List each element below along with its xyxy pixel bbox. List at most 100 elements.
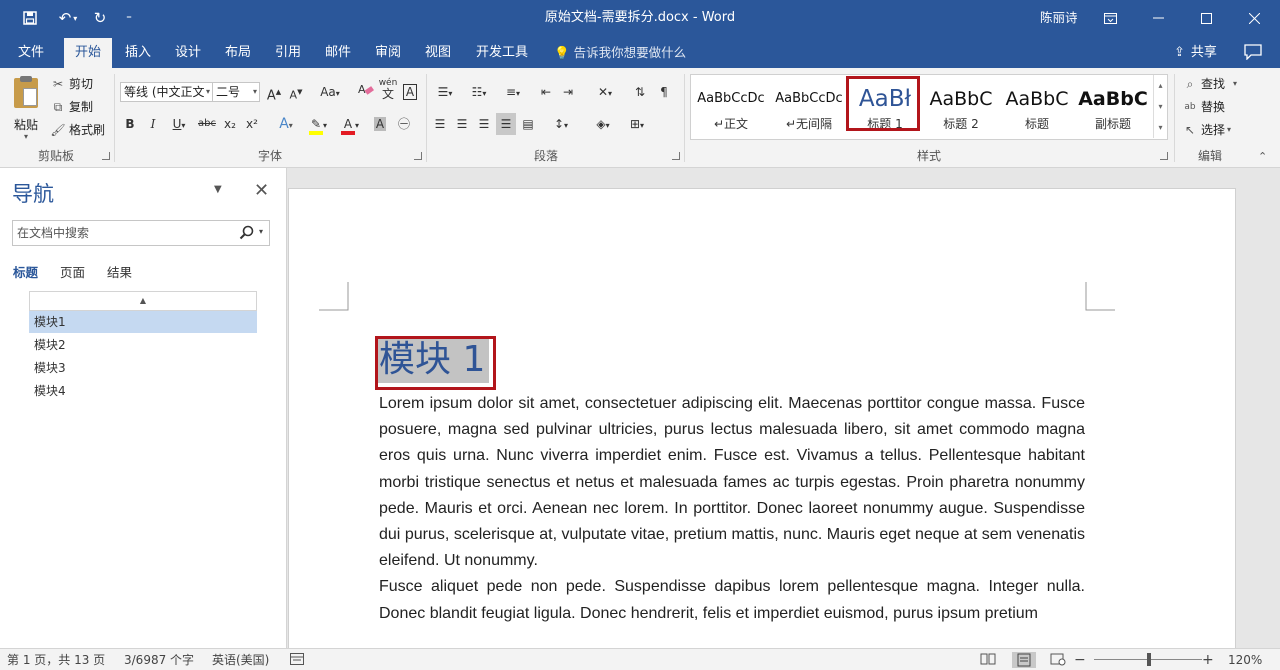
tab-review[interactable]: 审阅: [366, 38, 410, 68]
paste-button[interactable]: 粘贴 ▾: [10, 74, 42, 144]
tab-mailings[interactable]: 邮件: [316, 38, 360, 68]
style-normal[interactable]: AaBbCcDc ↵正文: [693, 79, 769, 135]
style-title[interactable]: AaBbC 标题: [999, 79, 1075, 135]
chevron-down-icon[interactable]: ▾: [259, 227, 263, 236]
bullets-icon[interactable]: ☰▾: [430, 81, 460, 103]
tab-insert[interactable]: 插入: [116, 38, 160, 68]
read-mode-icon[interactable]: [980, 652, 998, 668]
select-button[interactable]: ↖ 选择 ▾: [1182, 120, 1231, 140]
styles-launcher-icon[interactable]: [1160, 152, 1168, 160]
document-page[interactable]: 模块 1 Lorem ipsum dolor sit amet, consect…: [288, 188, 1236, 648]
font-color-button[interactable]: A ▾: [336, 113, 364, 135]
nav-tab-pages[interactable]: 页面: [60, 262, 85, 281]
style-heading-2[interactable]: AaBbC 标题 2: [923, 79, 999, 135]
align-center-icon[interactable]: ☰: [452, 113, 472, 135]
font-size-combo[interactable]: 二号 ▾: [212, 82, 260, 102]
zoom-out-icon[interactable]: −: [1074, 649, 1086, 670]
character-shading-button[interactable]: A: [370, 113, 390, 135]
word-count[interactable]: 3/6987 个字: [124, 649, 194, 670]
nav-tab-results[interactable]: 结果: [107, 262, 132, 281]
clear-formatting-icon[interactable]: A: [356, 81, 376, 103]
paragraph-shading-icon[interactable]: ◈▾: [588, 113, 618, 135]
redo-icon[interactable]: ↻: [88, 0, 112, 36]
zoom-slider-thumb[interactable]: [1147, 653, 1151, 666]
tell-me-box[interactable]: 💡 告诉我你想要做什么: [554, 38, 686, 68]
undo-icon[interactable]: ↶ ▾: [50, 0, 86, 36]
nav-tab-headings[interactable]: 标题: [13, 262, 38, 281]
collapse-all-icon[interactable]: ▲: [29, 291, 257, 311]
multilevel-list-icon[interactable]: ≡▾: [498, 81, 528, 103]
document-body[interactable]: Lorem ipsum dolor sit amet, consectetuer…: [379, 391, 1085, 627]
maximize-icon[interactable]: [1182, 0, 1230, 36]
tab-design[interactable]: 设计: [166, 38, 210, 68]
tab-file[interactable]: 文件: [8, 38, 54, 68]
tab-developer[interactable]: 开发工具: [468, 38, 536, 68]
gallery-scroll-up-icon[interactable]: ▴: [1153, 75, 1167, 96]
phonetic-guide-button[interactable]: wén 文: [378, 78, 398, 100]
style-no-spacing[interactable]: AaBbCcDc ↵无间隔: [771, 79, 847, 135]
italic-button[interactable]: I: [143, 113, 163, 135]
web-layout-icon[interactable]: [1050, 652, 1068, 668]
font-launcher-icon[interactable]: [414, 152, 422, 160]
superscript-button[interactable]: x²: [242, 113, 262, 135]
strikethrough-button[interactable]: abc: [196, 113, 218, 135]
user-name[interactable]: 陈丽诗: [1040, 0, 1078, 36]
minimize-icon[interactable]: [1134, 0, 1182, 36]
ribbon-display-options-icon[interactable]: [1086, 0, 1134, 36]
save-icon[interactable]: [16, 0, 44, 36]
close-icon[interactable]: ✕: [254, 180, 269, 201]
justify-icon[interactable]: ☰: [496, 113, 516, 135]
show-marks-icon[interactable]: ¶: [654, 81, 674, 103]
gallery-scroll-down-icon[interactable]: ▾: [1153, 96, 1167, 117]
tab-view[interactable]: 视图: [416, 38, 460, 68]
highlight-button[interactable]: ✎ ▾: [304, 113, 332, 135]
nav-options-chevron-icon[interactable]: ▼: [214, 184, 222, 195]
align-left-icon[interactable]: ☰: [430, 113, 450, 135]
collapse-ribbon-icon[interactable]: ⌃: [1258, 150, 1267, 163]
nav-heading-item[interactable]: 模块3: [29, 357, 257, 379]
underline-button[interactable]: U▾: [165, 113, 193, 135]
zoom-in-icon[interactable]: +: [1202, 649, 1214, 670]
zoom-level[interactable]: 120%: [1228, 649, 1262, 670]
language-indicator[interactable]: 英语(美国): [212, 649, 269, 670]
align-right-icon[interactable]: ☰: [474, 113, 494, 135]
font-name-combo[interactable]: 等线 (中文正文 ▾: [120, 82, 213, 102]
numbering-icon[interactable]: ☷▾: [464, 81, 494, 103]
distributed-icon[interactable]: ▤: [518, 113, 538, 135]
nav-heading-item[interactable]: 模块1: [29, 311, 257, 333]
close-icon[interactable]: [1230, 0, 1278, 36]
paragraph-launcher-icon[interactable]: [672, 152, 680, 160]
style-subtitle[interactable]: AaBbC 副标题: [1075, 79, 1151, 135]
bold-button[interactable]: B: [120, 113, 140, 135]
cut-button[interactable]: ✂ 剪切: [50, 74, 93, 94]
nav-heading-item[interactable]: 模块2: [29, 334, 257, 356]
subscript-button[interactable]: x₂: [220, 113, 240, 135]
grow-font-button[interactable]: A▲: [264, 81, 284, 103]
search-icon[interactable]: [239, 225, 255, 241]
nav-heading-item[interactable]: 模块4: [29, 380, 257, 402]
text-effects-button[interactable]: A▾: [272, 113, 300, 135]
print-layout-icon[interactable]: [1012, 652, 1036, 668]
chinese-layout-icon[interactable]: ✕▾: [590, 81, 620, 103]
increase-indent-icon[interactable]: ⇥: [558, 81, 578, 103]
gallery-more-icon[interactable]: ▾: [1153, 117, 1167, 138]
shrink-font-button[interactable]: A▼: [286, 81, 306, 103]
character-border-button[interactable]: A: [400, 81, 420, 103]
nav-search-input[interactable]: [13, 221, 235, 245]
find-button[interactable]: ⌕ 查找 ▾: [1182, 74, 1237, 94]
clipboard-launcher-icon[interactable]: [102, 152, 110, 160]
customize-qat-icon[interactable]: ⁼: [120, 0, 138, 36]
borders-icon[interactable]: ⊞▾: [622, 113, 652, 135]
share-button[interactable]: ⇪ 共享: [1174, 38, 1217, 68]
tab-references[interactable]: 引用: [266, 38, 310, 68]
tab-layout[interactable]: 布局: [216, 38, 260, 68]
sort-icon[interactable]: ⇅: [630, 81, 650, 103]
decrease-indent-icon[interactable]: ⇤: [536, 81, 556, 103]
tab-home[interactable]: 开始: [64, 38, 112, 68]
macro-record-icon[interactable]: [290, 652, 308, 668]
line-spacing-icon[interactable]: ↕▾: [546, 113, 576, 135]
comments-icon[interactable]: [1244, 44, 1264, 62]
change-case-button[interactable]: Aa▾: [314, 81, 346, 103]
replace-button[interactable]: ab 替换: [1182, 97, 1225, 117]
enclose-characters-button[interactable]: ㊀: [394, 113, 414, 135]
